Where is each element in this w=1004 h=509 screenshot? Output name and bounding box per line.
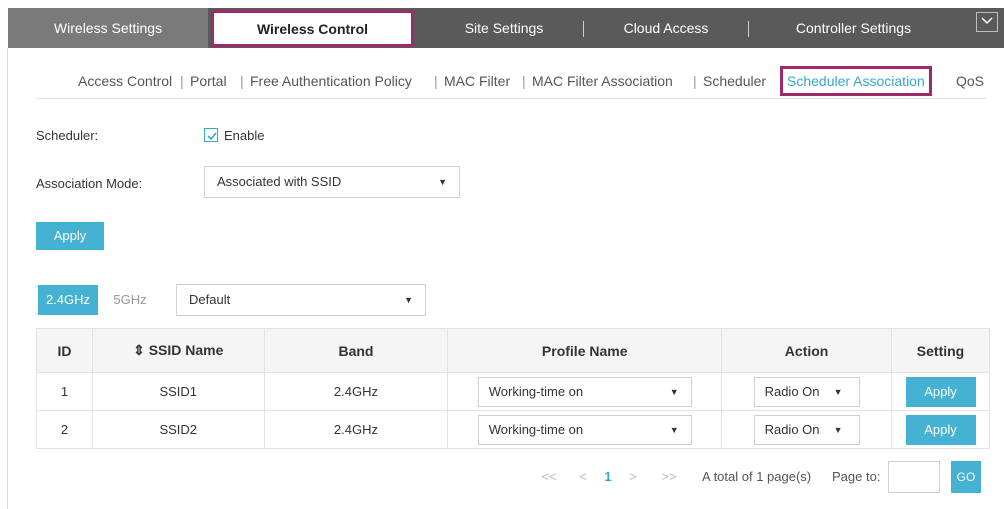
association-mode-value: Associated with SSID [217, 174, 342, 189]
group-select[interactable]: Default ▼ [176, 284, 426, 316]
col-ssid-name[interactable]: ⇕ SSID Name [91, 328, 265, 373]
go-button[interactable]: GO [951, 461, 981, 493]
enable-label: Enable [224, 128, 265, 143]
row-apply-button[interactable]: Apply [905, 376, 976, 407]
cell-action: Radio On ▼ [721, 372, 893, 411]
tab-wireless-control[interactable]: Wireless Control [211, 10, 414, 47]
apply-button[interactable]: Apply [36, 222, 104, 250]
cell-ssid: SSID1 [91, 372, 265, 411]
cell-ssid: SSID2 [91, 410, 265, 449]
profile-select-value: Working-time on [488, 421, 584, 437]
table-header-row: ID ⇕ SSID Name Band Profile Name Action … [36, 328, 990, 373]
page-number-input[interactable] [888, 461, 940, 493]
chevron-down-icon[interactable] [976, 12, 998, 32]
cell-action: Radio On ▼ [721, 410, 893, 449]
subnav-access-control[interactable]: Access Control [78, 66, 172, 96]
tab-wireless-settings[interactable]: Wireless Settings [8, 8, 208, 48]
subnav-separator: | [522, 73, 526, 89]
table-row: 2 SSID2 2.4GHz Working-time on ▼ Radio O… [36, 410, 990, 449]
tab-5ghz[interactable]: 5GHz [100, 285, 160, 315]
association-mode-label: Association Mode: [36, 176, 143, 191]
row-apply-button[interactable]: Apply [905, 414, 976, 445]
cell-setting: Apply [891, 410, 990, 449]
page-prev-button[interactable]: < [572, 462, 594, 492]
sub-navigation: Access Control | Portal | Free Authentic… [36, 66, 996, 96]
page-total-text: A total of 1 page(s) [702, 469, 812, 484]
col-ssid-name-label: SSID Name [148, 342, 224, 358]
action-select[interactable]: Radio On ▼ [753, 414, 860, 445]
cell-profile: Working-time on ▼ [447, 372, 723, 411]
table-row: 1 SSID1 2.4GHz Working-time on ▼ Radio O… [36, 372, 990, 411]
col-id: ID [36, 328, 93, 373]
dropdown-caret-icon: ▼ [404, 295, 413, 305]
page-first-button[interactable]: << [534, 462, 564, 492]
group-select-value: Default [189, 292, 231, 307]
subnav-separator: | [180, 73, 184, 89]
tab-separator [748, 21, 749, 37]
page-current[interactable]: 1 [598, 462, 618, 492]
cell-id: 2 [36, 410, 93, 449]
top-tab-bar: Wireless Settings Wireless Control Site … [8, 8, 1004, 48]
subnav-divider [36, 98, 986, 99]
subnav-separator: | [434, 73, 438, 89]
page-next-button[interactable]: > [622, 462, 644, 492]
subnav-qos[interactable]: QoS [956, 66, 984, 96]
enable-checkbox[interactable] [204, 128, 218, 142]
subnav-mac-filter-association[interactable]: MAC Filter Association [532, 66, 673, 96]
tab-site-settings[interactable]: Site Settings [432, 8, 576, 48]
subnav-portal[interactable]: Portal [190, 66, 227, 96]
page-last-button[interactable]: >> [654, 462, 684, 492]
tab-controller-settings[interactable]: Controller Settings [756, 8, 951, 48]
check-icon [207, 132, 217, 141]
tab-separator [583, 21, 584, 37]
subnav-separator: | [240, 73, 244, 89]
col-action: Action [721, 328, 893, 373]
dropdown-caret-icon: ▼ [833, 386, 843, 397]
tab-cloud-access[interactable]: Cloud Access [596, 8, 736, 48]
action-select-value: Radio On [764, 421, 820, 437]
action-select-value: Radio On [764, 383, 820, 399]
profile-select[interactable]: Working-time on ▼ [477, 376, 692, 407]
association-mode-select[interactable]: Associated with SSID ▼ [204, 166, 460, 198]
scheduler-label: Scheduler: [36, 128, 99, 143]
subnav-mac-filter[interactable]: MAC Filter [444, 66, 510, 96]
profile-select-value: Working-time on [488, 383, 584, 399]
col-profile-name: Profile Name [447, 328, 723, 373]
cell-setting: Apply [891, 372, 990, 411]
dropdown-caret-icon: ▼ [669, 386, 679, 397]
cell-band: 2.4GHz [263, 372, 449, 411]
subnav-separator: | [693, 73, 697, 89]
page-to-label: Page to: [832, 469, 881, 484]
cell-id: 1 [36, 372, 93, 411]
subnav-free-auth-policy[interactable]: Free Authentication Policy [250, 66, 412, 96]
ssid-schedule-table: ID ⇕ SSID Name Band Profile Name Action … [36, 328, 990, 449]
dropdown-caret-icon: ▼ [438, 177, 447, 187]
col-setting: Setting [891, 328, 990, 373]
tab-2-4ghz[interactable]: 2.4GHz [38, 285, 98, 315]
col-band: Band [263, 328, 449, 373]
subnav-scheduler-association[interactable]: Scheduler Association [780, 66, 932, 96]
dropdown-caret-icon: ▼ [669, 424, 679, 435]
action-select[interactable]: Radio On ▼ [753, 376, 860, 407]
subnav-scheduler[interactable]: Scheduler [703, 66, 766, 96]
cell-band: 2.4GHz [263, 410, 449, 449]
dropdown-caret-icon: ▼ [833, 424, 843, 435]
sort-icon[interactable]: ⇕ [133, 342, 145, 358]
cell-profile: Working-time on ▼ [447, 410, 723, 449]
left-border [7, 48, 8, 509]
profile-select[interactable]: Working-time on ▼ [477, 414, 692, 445]
